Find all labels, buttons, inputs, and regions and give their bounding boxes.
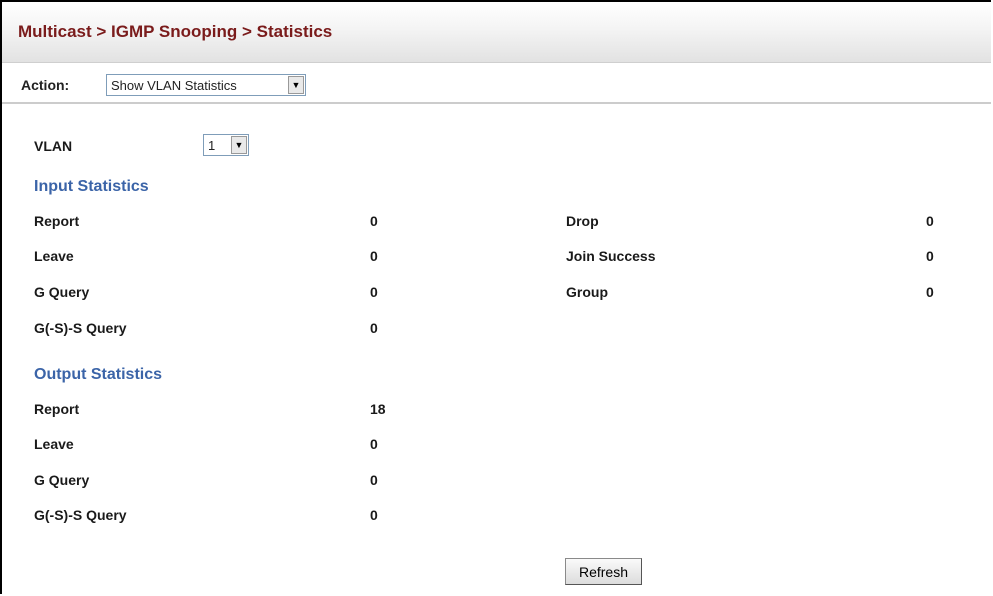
breadcrumb: Multicast > IGMP Snooping > Statistics xyxy=(18,22,333,41)
input-report-value: 0 xyxy=(370,213,378,229)
action-select[interactable]: Show VLAN Statistics ▼ xyxy=(106,74,306,96)
input-group-value: 0 xyxy=(926,284,934,300)
input-statistics-title: Input Statistics xyxy=(34,178,149,195)
vlan-label: VLAN xyxy=(34,138,73,154)
input-gss-query-value: 0 xyxy=(370,320,378,336)
input-join-success-value: 0 xyxy=(926,248,934,264)
input-g-query-value: 0 xyxy=(370,284,378,300)
refresh-button[interactable]: Refresh xyxy=(565,558,642,585)
chevron-down-icon[interactable]: ▼ xyxy=(288,76,304,94)
input-report-label: Report xyxy=(34,213,80,229)
title-bar: Multicast > IGMP Snooping > Statistics xyxy=(2,2,991,63)
vlan-select-value: 1 xyxy=(208,138,216,153)
output-g-query-label: G Query xyxy=(34,472,90,488)
output-report-value: 18 xyxy=(370,401,386,417)
output-leave-value: 0 xyxy=(370,436,378,452)
input-group-label: Group xyxy=(566,284,608,300)
action-select-value: Show VLAN Statistics xyxy=(111,78,237,93)
chevron-down-icon[interactable]: ▼ xyxy=(231,136,247,154)
output-gss-query-label: G(-S)-S Query xyxy=(34,507,127,523)
input-gss-query-label: G(-S)-S Query xyxy=(34,320,127,336)
output-leave-label: Leave xyxy=(34,436,74,452)
output-statistics-title: Output Statistics xyxy=(34,366,163,383)
action-label: Action: xyxy=(21,77,70,93)
output-report-label: Report xyxy=(34,401,80,417)
input-drop-label: Drop xyxy=(566,213,599,229)
input-g-query-label: G Query xyxy=(34,284,90,300)
input-leave-value: 0 xyxy=(370,248,378,264)
output-gss-query-value: 0 xyxy=(370,507,378,523)
vlan-select[interactable]: 1 ▼ xyxy=(203,134,249,156)
input-join-success-label: Join Success xyxy=(566,248,656,264)
input-drop-value: 0 xyxy=(926,213,934,229)
output-g-query-value: 0 xyxy=(370,472,378,488)
input-leave-label: Leave xyxy=(34,248,74,264)
action-bar: Action: Show VLAN Statistics ▼ xyxy=(2,62,991,104)
